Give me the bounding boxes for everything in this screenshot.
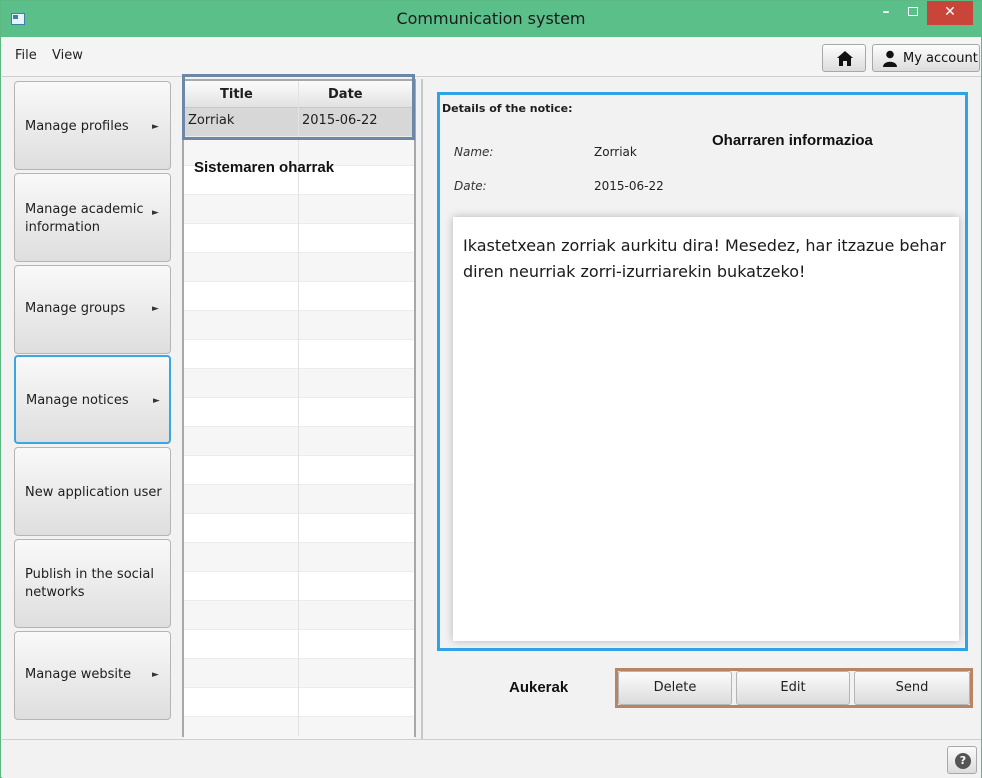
message-textarea[interactable]: Ikastetxean zorriak aurkitu dira! Mesede… bbox=[453, 217, 959, 641]
sidebar-item-manage-profiles[interactable]: Manage profiles ► bbox=[14, 81, 171, 170]
options-caption: Aukerak bbox=[509, 679, 569, 696]
sidebar-item-label: Manage website bbox=[25, 667, 132, 682]
column-divider bbox=[298, 81, 299, 736]
sidebar-item-label: Publish in the social networks bbox=[25, 567, 154, 600]
column-header-date[interactable]: Date bbox=[328, 87, 363, 102]
table-row-empty[interactable] bbox=[184, 282, 414, 311]
sidebar-item-manage-groups[interactable]: Manage groups ► bbox=[14, 265, 171, 354]
status-bar: ? bbox=[2, 739, 981, 778]
maximize-icon bbox=[908, 7, 918, 16]
table-row-empty[interactable] bbox=[184, 659, 414, 688]
sidebar-item-manage-website[interactable]: Manage website ► bbox=[14, 631, 171, 720]
table-row-empty[interactable] bbox=[184, 311, 414, 340]
column-header-title[interactable]: Title bbox=[220, 87, 253, 102]
table-row-empty[interactable] bbox=[184, 630, 414, 659]
name-value: Zorriak bbox=[594, 145, 637, 159]
menu-view[interactable]: View bbox=[52, 48, 83, 63]
message-text: Ikastetxean zorriak aurkitu dira! Mesede… bbox=[463, 236, 946, 281]
table-row-empty[interactable] bbox=[184, 427, 414, 456]
my-account-label: My account bbox=[903, 51, 978, 66]
sidebar-item-label: Manage academic information bbox=[25, 202, 144, 235]
send-button[interactable]: Send bbox=[854, 671, 970, 705]
close-button[interactable]: ✕ bbox=[927, 1, 973, 25]
sidebar-item-label: Manage notices bbox=[26, 393, 129, 408]
table-row-empty[interactable] bbox=[184, 398, 414, 427]
notices-list-caption: Sistemaren oharrak bbox=[194, 159, 335, 176]
submenu-arrow-icon: ► bbox=[152, 122, 159, 132]
edit-button[interactable]: Edit bbox=[736, 671, 850, 705]
cell-title: Zorriak bbox=[188, 113, 235, 128]
table-row-empty[interactable] bbox=[184, 514, 414, 543]
help-icon: ? bbox=[955, 753, 971, 769]
sidebar-item-publish-social-networks[interactable]: Publish in the social networks bbox=[14, 539, 171, 628]
notices-table[interactable]: Title Date Zorriak 2015-06-22 bbox=[182, 79, 416, 746]
app-window: Communication system – ✕ File View My ac… bbox=[0, 0, 982, 778]
user-icon bbox=[883, 50, 897, 67]
details-heading: Details of the notice: bbox=[442, 102, 573, 115]
sidebar-item-label: Manage profiles bbox=[25, 119, 129, 134]
sidebar-item-label: Manage groups bbox=[25, 301, 126, 316]
delete-button[interactable]: Delete bbox=[618, 671, 732, 705]
submenu-arrow-icon: ► bbox=[152, 670, 159, 680]
name-label: Name: bbox=[454, 145, 494, 159]
table-row-empty[interactable] bbox=[184, 456, 414, 485]
table-row-empty[interactable] bbox=[184, 543, 414, 572]
home-icon bbox=[837, 51, 853, 66]
sidebar-item-label: New application user bbox=[25, 485, 162, 500]
title-bar: Communication system – ✕ bbox=[1, 1, 981, 37]
menu-bar: File View My account bbox=[2, 37, 981, 77]
maximize-button[interactable] bbox=[900, 1, 926, 25]
table-row-empty[interactable] bbox=[184, 253, 414, 282]
cell-date: 2015-06-22 bbox=[302, 113, 378, 128]
home-button[interactable] bbox=[822, 44, 866, 72]
minimize-button[interactable]: – bbox=[873, 1, 899, 25]
menu-file[interactable]: File bbox=[15, 48, 37, 63]
table-row-empty[interactable] bbox=[184, 369, 414, 398]
submenu-arrow-icon: ► bbox=[153, 396, 160, 406]
sidebar-item-manage-academic-information[interactable]: Manage academic information ► bbox=[14, 173, 171, 262]
table-header: Title Date bbox=[184, 81, 414, 108]
table-row-empty[interactable] bbox=[184, 195, 414, 224]
sidebar-item-manage-notices[interactable]: Manage notices ► bbox=[14, 355, 171, 444]
my-account-button[interactable]: My account bbox=[872, 44, 980, 72]
table-row-empty[interactable] bbox=[184, 572, 414, 601]
table-row-empty[interactable] bbox=[184, 224, 414, 253]
window-title: Communication system bbox=[396, 9, 586, 28]
sidebar-item-new-application-user[interactable]: New application user bbox=[14, 447, 171, 536]
table-row-empty[interactable] bbox=[184, 601, 414, 630]
table-row-empty[interactable] bbox=[184, 340, 414, 369]
date-label: Date: bbox=[454, 179, 487, 193]
table-row-empty[interactable] bbox=[184, 688, 414, 717]
submenu-arrow-icon: ► bbox=[152, 304, 159, 314]
help-button[interactable]: ? bbox=[947, 746, 977, 774]
submenu-arrow-icon: ► bbox=[152, 208, 159, 218]
details-caption: Oharraren informazioa bbox=[712, 132, 873, 149]
date-value: 2015-06-22 bbox=[594, 179, 664, 193]
table-row-empty[interactable] bbox=[184, 485, 414, 514]
table-row[interactable]: Zorriak 2015-06-22 bbox=[184, 108, 414, 137]
